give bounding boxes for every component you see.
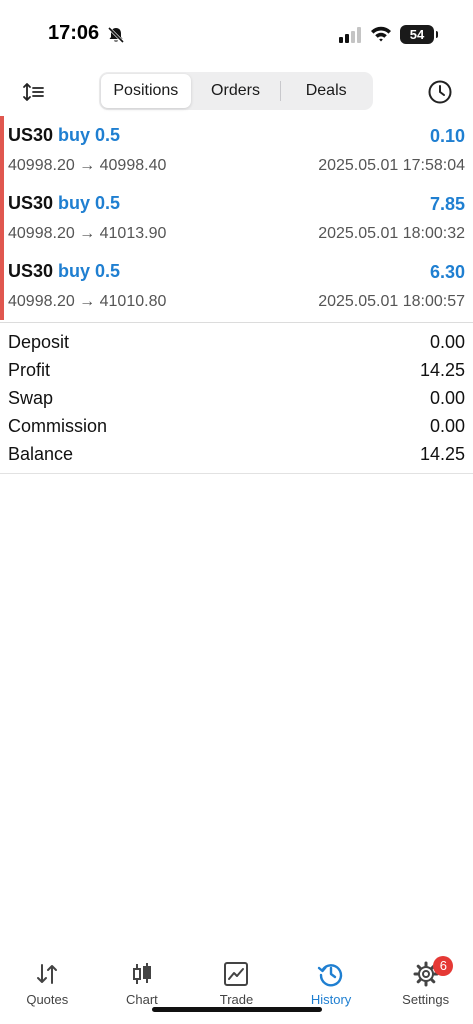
trade-symbol: US30 <box>8 193 54 213</box>
summary-label: Deposit <box>8 332 70 352</box>
summary-label: Balance <box>8 444 74 464</box>
summary-row-deposit: Deposit 0.00 <box>0 330 473 358</box>
summary-value: 0.00 <box>429 388 465 408</box>
tab-orders[interactable]: Orders <box>191 74 281 108</box>
tab-quotes[interactable]: Quotes <box>0 950 95 1007</box>
summary-label: Swap <box>8 388 54 408</box>
trade-profit: 7.85 <box>429 194 465 214</box>
tab-chart[interactable]: Chart <box>95 950 190 1007</box>
home-indicator[interactable] <box>152 1007 322 1012</box>
trade-row[interactable]: US30 buy 0.5 7.85 40998.20 → 41013.90 20… <box>0 184 473 252</box>
sort-icon[interactable] <box>22 80 46 104</box>
candlestick-icon <box>132 963 151 984</box>
trade-title: US30 buy 0.5 <box>8 125 120 146</box>
summary-value: 0.00 <box>429 332 465 352</box>
battery-indicator: 54 <box>400 25 438 44</box>
trade-chart-icon <box>224 962 249 986</box>
positions-list: US30 buy 0.5 0.10 40998.20 → 40998.40 20… <box>0 116 473 320</box>
summary-row-balance: Balance 14.25 <box>0 442 473 470</box>
summary-value: 14.25 <box>419 360 465 380</box>
trade-time: 2025.05.01 17:58:04 <box>318 157 465 174</box>
trade-prices: 40998.20 → 41013.90 <box>8 225 167 242</box>
trade-profit: 0.10 <box>429 126 465 146</box>
trade-symbol: US30 <box>8 125 54 145</box>
tab-trade[interactable]: Trade <box>189 950 284 1007</box>
tab-label: Trade <box>219 992 254 1007</box>
trade-row[interactable]: US30 buy 0.5 6.30 40998.20 → 41010.80 20… <box>0 252 473 320</box>
tab-label: Settings <box>402 992 450 1007</box>
summary-value: 14.25 <box>419 444 465 464</box>
trade-profit: 6.30 <box>429 262 465 282</box>
summary-label: Profit <box>8 360 51 380</box>
divider <box>0 473 473 474</box>
tab-positions[interactable]: Positions <box>101 74 191 108</box>
trade-title: US30 buy 0.5 <box>8 261 120 282</box>
tab-settings[interactable]: Settings 6 <box>378 950 473 1007</box>
status-time: 17:06 <box>48 22 100 44</box>
summary-row-commission: Commission 0.00 <box>0 414 473 442</box>
trade-type: buy 0.5 <box>58 261 121 281</box>
settings-badge: 6 <box>433 956 454 976</box>
history-toolbar: Positions Orders Deals <box>0 70 473 114</box>
trade-prices: 40998.20 → 41010.80 <box>8 293 167 310</box>
tab-label: History <box>310 992 352 1007</box>
trade-row[interactable]: US30 buy 0.5 0.10 40998.20 → 40998.40 20… <box>0 116 473 184</box>
trade-prices: 40998.20 → 40998.40 <box>8 157 167 174</box>
trade-time: 2025.05.01 18:00:32 <box>318 225 465 242</box>
bottom-tab-bar: Quotes Chart Trade History Settings 6 <box>0 950 473 1007</box>
summary-value: 0.00 <box>429 416 465 436</box>
wifi-icon <box>371 26 391 42</box>
status-bar: 17:06 54 <box>0 0 473 70</box>
tab-label: Quotes <box>26 992 69 1007</box>
summary-row-swap: Swap 0.00 <box>0 386 473 414</box>
history-icon <box>317 964 343 987</box>
tab-label: Chart <box>125 992 158 1007</box>
quotes-arrows-icon <box>37 964 58 984</box>
history-segmented-control: Positions Orders Deals <box>99 72 373 110</box>
summary-label: Commission <box>8 416 108 436</box>
trade-type: buy 0.5 <box>58 193 121 213</box>
clock-icon[interactable] <box>427 79 453 105</box>
trade-symbol: US30 <box>8 261 54 281</box>
tab-history[interactable]: History <box>284 950 379 1007</box>
trade-title: US30 buy 0.5 <box>8 193 120 214</box>
signal-icon <box>339 27 361 43</box>
trade-time: 2025.05.01 18:00:57 <box>318 293 465 310</box>
trade-type: buy 0.5 <box>58 125 121 145</box>
divider <box>0 322 473 323</box>
summary-block: Deposit 0.00 Profit 14.25 Swap 0.00 Comm… <box>0 330 473 470</box>
bell-muted-icon <box>107 26 125 44</box>
tab-deals[interactable]: Deals <box>281 74 371 108</box>
summary-row-profit: Profit 14.25 <box>0 358 473 386</box>
